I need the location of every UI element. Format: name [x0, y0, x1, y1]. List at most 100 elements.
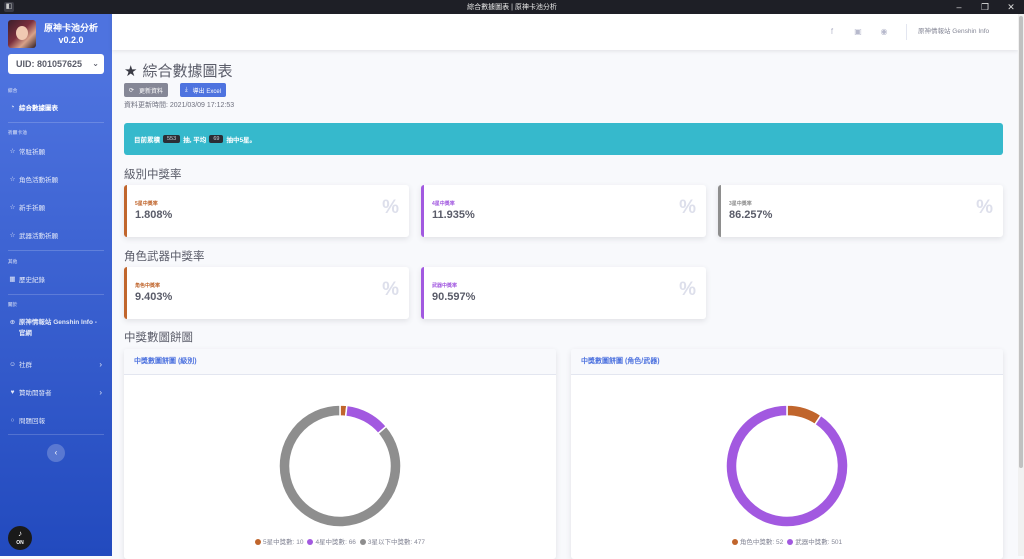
- type-pie-card: 中獎數圖餅圖 (角色/武器) 角色中獎數: 52 武器中獎數: 501: [571, 349, 1003, 559]
- refresh-icon: ⟳: [129, 87, 135, 94]
- card-accent: [124, 185, 127, 237]
- sidebar-item-community[interactable]: ☺ 社群 ›: [8, 357, 104, 371]
- sidebar-heading-overview: 綜合: [8, 88, 18, 93]
- percent-icon: %: [679, 279, 696, 300]
- pie-slice-1[interactable]: [725, 404, 849, 528]
- topbar: f ▣ ◉ 原神情報站 Genshin Info: [112, 14, 1018, 50]
- rarity-section-title: 級別中獎率: [124, 169, 182, 181]
- legend-label: 4星中獎數: [315, 539, 346, 546]
- bug-icon: ○: [10, 416, 15, 424]
- music-toggle-button[interactable]: ♪ ON: [8, 526, 32, 550]
- genshin-info-link[interactable]: 原神情報站 Genshin Info: [918, 14, 989, 50]
- sidebar-item-label: 常駐祈願: [19, 149, 45, 156]
- card-label: 5星中獎率: [135, 201, 158, 207]
- window-titlebar: ◧ 綜合數據圖表 | 原神卡池分析 – ❐ ✕: [0, 0, 1024, 14]
- sidebar-brand[interactable]: 原神卡池分析 v0.2.0: [6, 20, 106, 50]
- close-button[interactable]: ✕: [998, 0, 1024, 14]
- percent-icon: %: [382, 197, 399, 218]
- maximize-button[interactable]: ❐: [972, 0, 998, 14]
- card-label: 4星中獎率: [432, 201, 455, 207]
- refresh-button[interactable]: ⟳ 更新資料: [124, 83, 169, 97]
- total-pulls-badge: 553: [163, 135, 181, 143]
- sidebar-item-beginner-wish[interactable]: ☆ 新手祈願: [8, 200, 104, 214]
- sidebar-item-website[interactable]: ⊕ 原神情報站 Genshin Info - 官網: [8, 317, 104, 341]
- table-icon: ▦: [9, 276, 16, 283]
- sidebar-item-donate[interactable]: ♥ 贊助開發者 ›: [8, 385, 104, 399]
- card-value: 9.403%: [135, 291, 173, 303]
- download-icon: ⤓: [185, 86, 188, 93]
- star-icon: ☆: [9, 232, 16, 239]
- legend-swatch: [307, 539, 314, 545]
- legend-swatch: [787, 539, 794, 545]
- uid-select[interactable]: UID: 801057625 ⌄: [8, 54, 104, 74]
- sidebar-item-label: 新手祈願: [19, 205, 45, 212]
- scrollbar-thumb[interactable]: [1019, 16, 1023, 468]
- sidebar-item-label: 綜合數據圖表: [19, 105, 58, 112]
- pie-slice-1[interactable]: [344, 404, 388, 435]
- card-5star-rate: 5星中獎率 1.808%%: [124, 185, 409, 237]
- legend-item[interactable]: 角色中獎數: 52: [731, 539, 784, 546]
- music-icon: ♪: [18, 529, 22, 538]
- export-excel-button[interactable]: ⤓ 導出 Excel: [180, 83, 226, 97]
- chart-title: 中獎數圖餅圖 (級別): [124, 349, 556, 375]
- dashboard-icon: ◔: [10, 103, 15, 111]
- main-content: ★ 綜合數據圖表 ⟳ 更新資料 ⤓ 導出 Excel 資料更新時間: 2021/…: [112, 50, 1018, 559]
- music-status: ON: [16, 540, 24, 546]
- type-pie-chart: [725, 404, 849, 528]
- card-label: 3星中獎率: [729, 201, 752, 207]
- export-button-label: 導出 Excel: [192, 88, 221, 95]
- sidebar-item-report[interactable]: ○ 問題回報: [8, 413, 104, 427]
- alert-suffix: 抽中5星。: [226, 137, 257, 144]
- sidebar-heading-wishes: 祈願卡池: [8, 130, 28, 135]
- github-icon[interactable]: ◉: [878, 26, 890, 38]
- legend-swatch: [359, 539, 366, 545]
- legend-label: 3星以下中獎數: [367, 539, 411, 546]
- percent-icon: %: [679, 197, 696, 218]
- type-section-title: 角色武器中獎率: [124, 251, 205, 263]
- legend-item[interactable]: 5星中獎數: 10: [254, 539, 304, 546]
- sidebar-item-label: 角色活動祈願: [19, 177, 58, 184]
- card-value: 11.935%: [432, 209, 475, 221]
- scrollbar[interactable]: [1018, 14, 1024, 556]
- legend-label: 5星中獎數: [262, 539, 293, 546]
- legend-label: 角色中獎數: [739, 539, 773, 546]
- chevron-right-icon: ›: [99, 359, 102, 369]
- sidebar-item-character-wish[interactable]: ☆ 角色活動祈願: [8, 172, 104, 186]
- legend-label: 武器中獎數: [795, 539, 828, 546]
- sidebar-item-weapon-wish[interactable]: ☆ 武器活動祈願: [8, 228, 104, 242]
- legend-value: 10: [296, 539, 304, 546]
- percent-icon: %: [382, 279, 399, 300]
- chevron-left-icon: ‹: [54, 448, 58, 457]
- pie-slice-0[interactable]: [786, 404, 823, 426]
- minimize-button[interactable]: –: [946, 0, 972, 14]
- summary-alert: 目前累積 553 抽, 平均 69 抽中5星。: [124, 123, 1003, 155]
- sidebar-item-label: 武器活動祈願: [19, 233, 58, 240]
- sidebar-item-history[interactable]: ▦ 歷史紀錄: [8, 272, 104, 286]
- discord-icon[interactable]: ▣: [852, 26, 864, 38]
- legend-item[interactable]: 武器中獎數: 501: [787, 539, 842, 546]
- pie-section-title: 中獎數圖餅圖: [124, 332, 193, 344]
- legend-item[interactable]: 4星中獎數: 66: [307, 539, 356, 546]
- card-accent: [718, 185, 721, 237]
- sidebar-item-label: 贊助開發者: [19, 390, 52, 397]
- facebook-icon[interactable]: f: [826, 26, 838, 38]
- sidebar-toggle-button[interactable]: ‹: [47, 444, 65, 462]
- sidebar-item-dashboard[interactable]: ◔ 綜合數據圖表: [8, 100, 104, 114]
- card-accent: [421, 185, 424, 237]
- avg-pulls-badge: 69: [209, 135, 224, 143]
- chevron-right-icon: ›: [99, 387, 102, 397]
- percent-icon: %: [976, 197, 993, 218]
- star-icon: ☆: [9, 148, 16, 155]
- uid-value: UID: 801057625: [16, 59, 83, 69]
- legend-item[interactable]: 3星以下中獎數: 477: [359, 539, 425, 546]
- card-label: 武器中獎率: [432, 283, 458, 289]
- star-icon: ☆: [9, 176, 16, 183]
- card-character-rate: 角色中獎率 9.403%%: [124, 267, 409, 319]
- card-value: 90.597%: [432, 291, 476, 303]
- card-value: 1.808%: [135, 209, 173, 221]
- sidebar-item-label: 原神情報站 Genshin Info - 官網: [18, 319, 97, 337]
- rarity-pie-chart: [278, 404, 402, 528]
- sidebar-item-standard-wish[interactable]: ☆ 常駐祈願: [8, 144, 104, 158]
- chart-legend: 角色中獎數: 52 武器中獎數: 501: [571, 536, 1003, 546]
- legend-value: 52: [775, 539, 784, 546]
